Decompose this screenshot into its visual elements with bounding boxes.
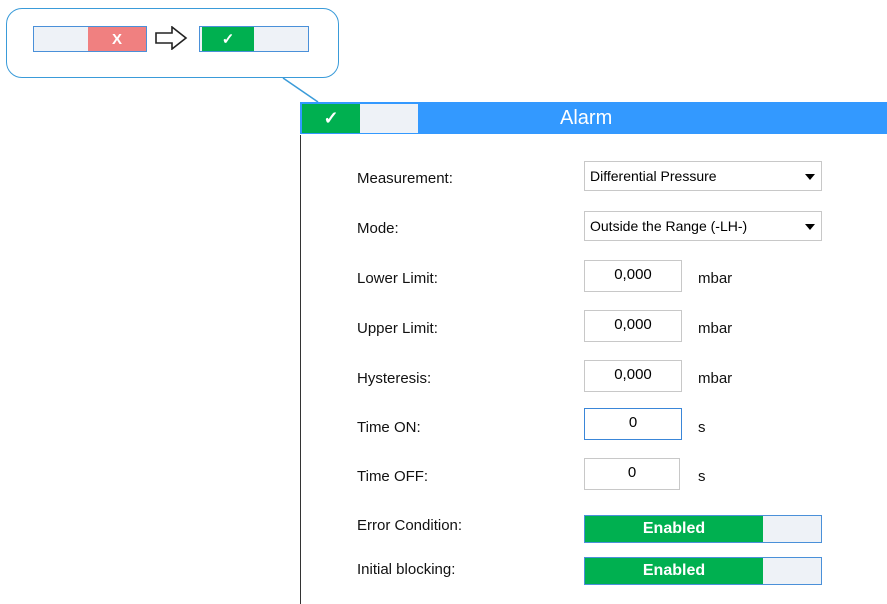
toggle-off-segment: X bbox=[88, 27, 146, 51]
toggle-on-segment: ✓ bbox=[202, 27, 254, 51]
time-off-label: Time OFF: bbox=[357, 468, 429, 485]
mode-value: Outside the Range (-LH-) bbox=[590, 218, 748, 234]
hysteresis-input[interactable]: 0,000 bbox=[584, 360, 682, 392]
initial-blocking-toggle[interactable]: Enabled bbox=[584, 557, 822, 585]
time-on-input[interactable]: 0 bbox=[584, 408, 682, 440]
initial-blocking-label: Initial blocking: bbox=[357, 561, 456, 578]
initial-blocking-state: Enabled bbox=[585, 558, 763, 584]
panel-left-border bbox=[300, 135, 301, 604]
time-off-unit: s bbox=[698, 468, 706, 485]
toggle-on-example: ✓ bbox=[199, 26, 309, 52]
right-arrow-icon bbox=[155, 26, 188, 50]
measurement-value: Differential Pressure bbox=[590, 168, 717, 184]
time-on-label: Time ON: bbox=[357, 419, 421, 436]
time-off-input[interactable]: 0 bbox=[584, 458, 680, 490]
upper-limit-input[interactable]: 0,000 bbox=[584, 310, 682, 342]
lower-limit-unit: mbar bbox=[698, 270, 733, 287]
measurement-label: Measurement: bbox=[357, 170, 453, 187]
upper-limit-unit: mbar bbox=[698, 320, 733, 337]
mode-label: Mode: bbox=[357, 220, 399, 237]
chevron-down-icon bbox=[805, 224, 815, 230]
toggle-off-example: X bbox=[33, 26, 147, 52]
time-on-unit: s bbox=[698, 419, 706, 436]
checkmark-icon: ✓ bbox=[302, 104, 360, 133]
upper-limit-label: Upper Limit: bbox=[357, 320, 438, 337]
error-condition-state: Enabled bbox=[585, 516, 763, 542]
alarm-enable-toggle[interactable]: ✓ bbox=[302, 104, 418, 133]
lower-limit-label: Lower Limit: bbox=[357, 270, 438, 287]
hysteresis-unit: mbar bbox=[698, 370, 733, 387]
hysteresis-label: Hysteresis: bbox=[357, 370, 432, 387]
error-condition-toggle[interactable]: Enabled bbox=[584, 515, 822, 543]
chevron-down-icon bbox=[805, 174, 815, 180]
lower-limit-input[interactable]: 0,000 bbox=[584, 260, 682, 292]
panel-title: Alarm bbox=[560, 107, 613, 129]
error-condition-label: Error Condition: bbox=[357, 517, 463, 534]
mode-select[interactable]: Outside the Range (-LH-) bbox=[584, 211, 822, 241]
measurement-select[interactable]: Differential Pressure bbox=[584, 161, 822, 191]
